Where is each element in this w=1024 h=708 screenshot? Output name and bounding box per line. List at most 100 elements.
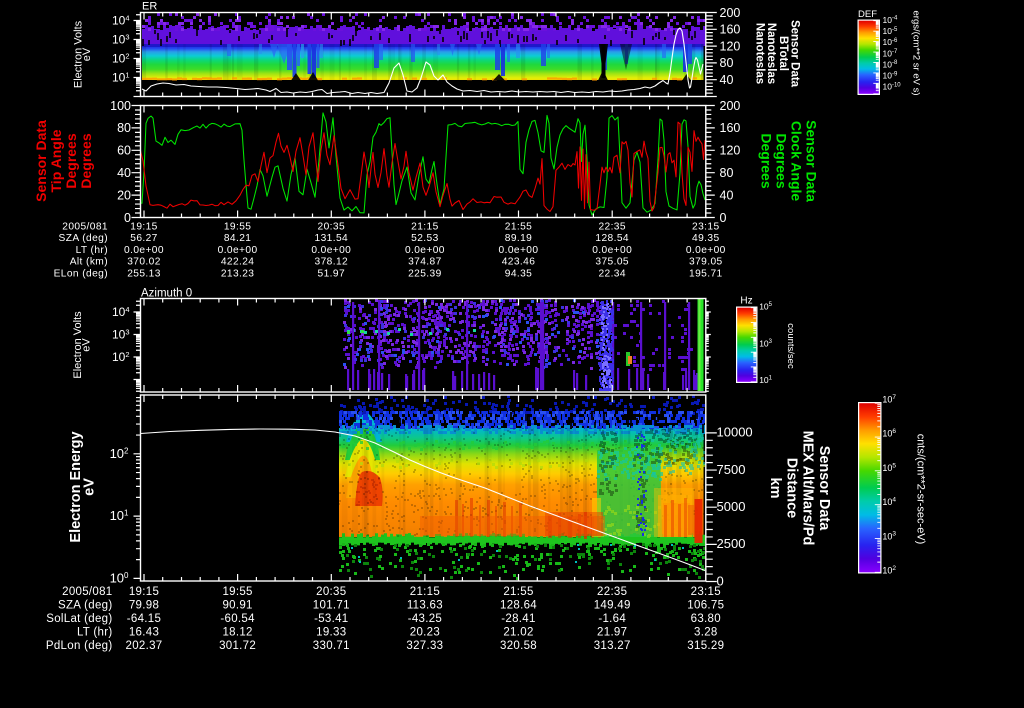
svg-text:21:15: 21:15 [411, 221, 439, 232]
svg-text:128.54: 128.54 [595, 233, 629, 244]
svg-text:LT (hr): LT (hr) [77, 627, 113, 639]
svg-text:160: 160 [720, 121, 741, 135]
svg-text:49.35: 49.35 [692, 233, 720, 244]
svg-text:200: 200 [720, 99, 741, 113]
svg-text:20: 20 [117, 188, 131, 202]
svg-text:20.23: 20.23 [410, 627, 440, 639]
svg-text:19.33: 19.33 [316, 627, 346, 639]
svg-text:-64.15: -64.15 [127, 613, 161, 625]
svg-text:225.39: 225.39 [408, 268, 442, 279]
svg-text:195.71: 195.71 [689, 268, 723, 279]
svg-text:0: 0 [720, 211, 727, 225]
svg-text:ELon (deg): ELon (deg) [54, 268, 108, 279]
svg-text:0.0e+00: 0.0e+00 [124, 245, 164, 256]
svg-text:379.05: 379.05 [689, 257, 723, 268]
svg-text:0.0e+00: 0.0e+00 [686, 245, 726, 256]
svg-text:149.49: 149.49 [594, 600, 631, 612]
svg-text:0.0e+00: 0.0e+00 [311, 245, 351, 256]
svg-text:18.12: 18.12 [222, 627, 252, 639]
svg-text:21.02: 21.02 [503, 627, 533, 639]
svg-text:2005/081: 2005/081 [62, 221, 108, 232]
svg-text:40: 40 [117, 166, 131, 180]
svg-text:200: 200 [720, 6, 741, 20]
svg-text:2005/081: 2005/081 [62, 586, 112, 598]
svg-text:113.63: 113.63 [407, 600, 443, 612]
svg-text:128.64: 128.64 [500, 600, 537, 612]
svg-text:320.58: 320.58 [500, 640, 537, 652]
svg-text:0.0e+00: 0.0e+00 [218, 245, 258, 256]
svg-text:SZA (deg): SZA (deg) [58, 600, 112, 612]
svg-text:Hz: Hz [740, 296, 752, 307]
svg-text:330.71: 330.71 [313, 640, 350, 652]
svg-text:Alt (km): Alt (km) [70, 257, 108, 268]
svg-text:80: 80 [720, 56, 734, 70]
svg-text:213.23: 213.23 [221, 268, 255, 279]
svg-text:counts/sec: counts/sec [785, 323, 796, 369]
svg-text:19:55: 19:55 [224, 221, 252, 232]
svg-text:16.43: 16.43 [129, 627, 159, 639]
svg-text:89.19: 89.19 [505, 233, 533, 244]
svg-text:23:15: 23:15 [692, 221, 720, 232]
svg-text:120: 120 [720, 39, 741, 53]
svg-text:313.27: 313.27 [594, 640, 631, 652]
svg-text:21.97: 21.97 [597, 627, 627, 639]
svg-text:19:15: 19:15 [130, 221, 158, 232]
svg-text:255.13: 255.13 [127, 268, 161, 279]
svg-text:202.37: 202.37 [126, 640, 163, 652]
svg-text:20:35: 20:35 [318, 221, 346, 232]
svg-text:DEF: DEF [858, 9, 877, 20]
svg-text:22:35: 22:35 [597, 586, 627, 598]
svg-text:160: 160 [720, 23, 741, 37]
svg-text:315.29: 315.29 [687, 640, 724, 652]
svg-text:56.27: 56.27 [130, 233, 158, 244]
svg-text:131.54: 131.54 [315, 233, 349, 244]
svg-text:ergs/(cm**2 sr eV s): ergs/(cm**2 sr eV s) [911, 11, 922, 96]
svg-text:-53.41: -53.41 [314, 613, 348, 625]
svg-text:2500: 2500 [717, 536, 746, 551]
svg-text:423.46: 423.46 [502, 257, 536, 268]
svg-text:378.12: 378.12 [315, 257, 349, 268]
svg-text:ER: ER [142, 1, 157, 13]
svg-text:106.75: 106.75 [687, 600, 724, 612]
svg-text:5000: 5000 [717, 499, 746, 514]
svg-text:51.97: 51.97 [318, 268, 346, 279]
svg-text:-28.41: -28.41 [501, 613, 535, 625]
svg-text:21:55: 21:55 [503, 586, 533, 598]
svg-text:301.72: 301.72 [219, 640, 256, 652]
svg-text:23:15: 23:15 [691, 586, 721, 598]
svg-text:90.91: 90.91 [222, 600, 252, 612]
svg-text:60: 60 [117, 144, 131, 158]
svg-text:22.34: 22.34 [598, 268, 626, 279]
svg-text:20:35: 20:35 [316, 586, 346, 598]
svg-text:80: 80 [117, 121, 131, 135]
svg-text:10000: 10000 [717, 425, 753, 440]
svg-text:22:35: 22:35 [598, 221, 626, 232]
svg-text:422.24: 422.24 [221, 257, 255, 268]
svg-text:-43.25: -43.25 [408, 613, 442, 625]
svg-text:SZA (deg): SZA (deg) [59, 233, 108, 244]
svg-text:7500: 7500 [717, 462, 746, 477]
svg-text:3.28: 3.28 [694, 627, 718, 639]
svg-text:120: 120 [720, 144, 741, 158]
svg-text:84.21: 84.21 [224, 233, 252, 244]
svg-text:374.87: 374.87 [408, 257, 442, 268]
svg-text:101.71: 101.71 [313, 600, 350, 612]
svg-text:79.98: 79.98 [129, 600, 159, 612]
svg-text:Azimuth 0: Azimuth 0 [141, 288, 192, 300]
svg-text:Sensor DataBTotalNanoteslasNan: Sensor DataBTotalNanoteslasNanoteslas [754, 20, 801, 88]
svg-text:SolLat (deg): SolLat (deg) [46, 613, 112, 625]
svg-text:cnts/(cm**2-sr-sec-eV): cnts/(cm**2-sr-sec-eV) [915, 434, 927, 545]
svg-text:327.33: 327.33 [406, 640, 443, 652]
svg-text:21:15: 21:15 [410, 586, 440, 598]
svg-text:19:15: 19:15 [129, 586, 159, 598]
svg-text:PdLon (deg): PdLon (deg) [46, 640, 113, 652]
svg-text:-60.54: -60.54 [220, 613, 255, 625]
svg-text:LT (hr): LT (hr) [76, 245, 108, 256]
svg-text:0.0e+00: 0.0e+00 [405, 245, 445, 256]
svg-text:100: 100 [110, 99, 131, 113]
svg-text:19:55: 19:55 [222, 586, 252, 598]
svg-text:0.0e+00: 0.0e+00 [592, 245, 632, 256]
svg-text:40: 40 [720, 188, 734, 202]
svg-text:0.0e+00: 0.0e+00 [499, 245, 539, 256]
svg-text:52.53: 52.53 [411, 233, 439, 244]
